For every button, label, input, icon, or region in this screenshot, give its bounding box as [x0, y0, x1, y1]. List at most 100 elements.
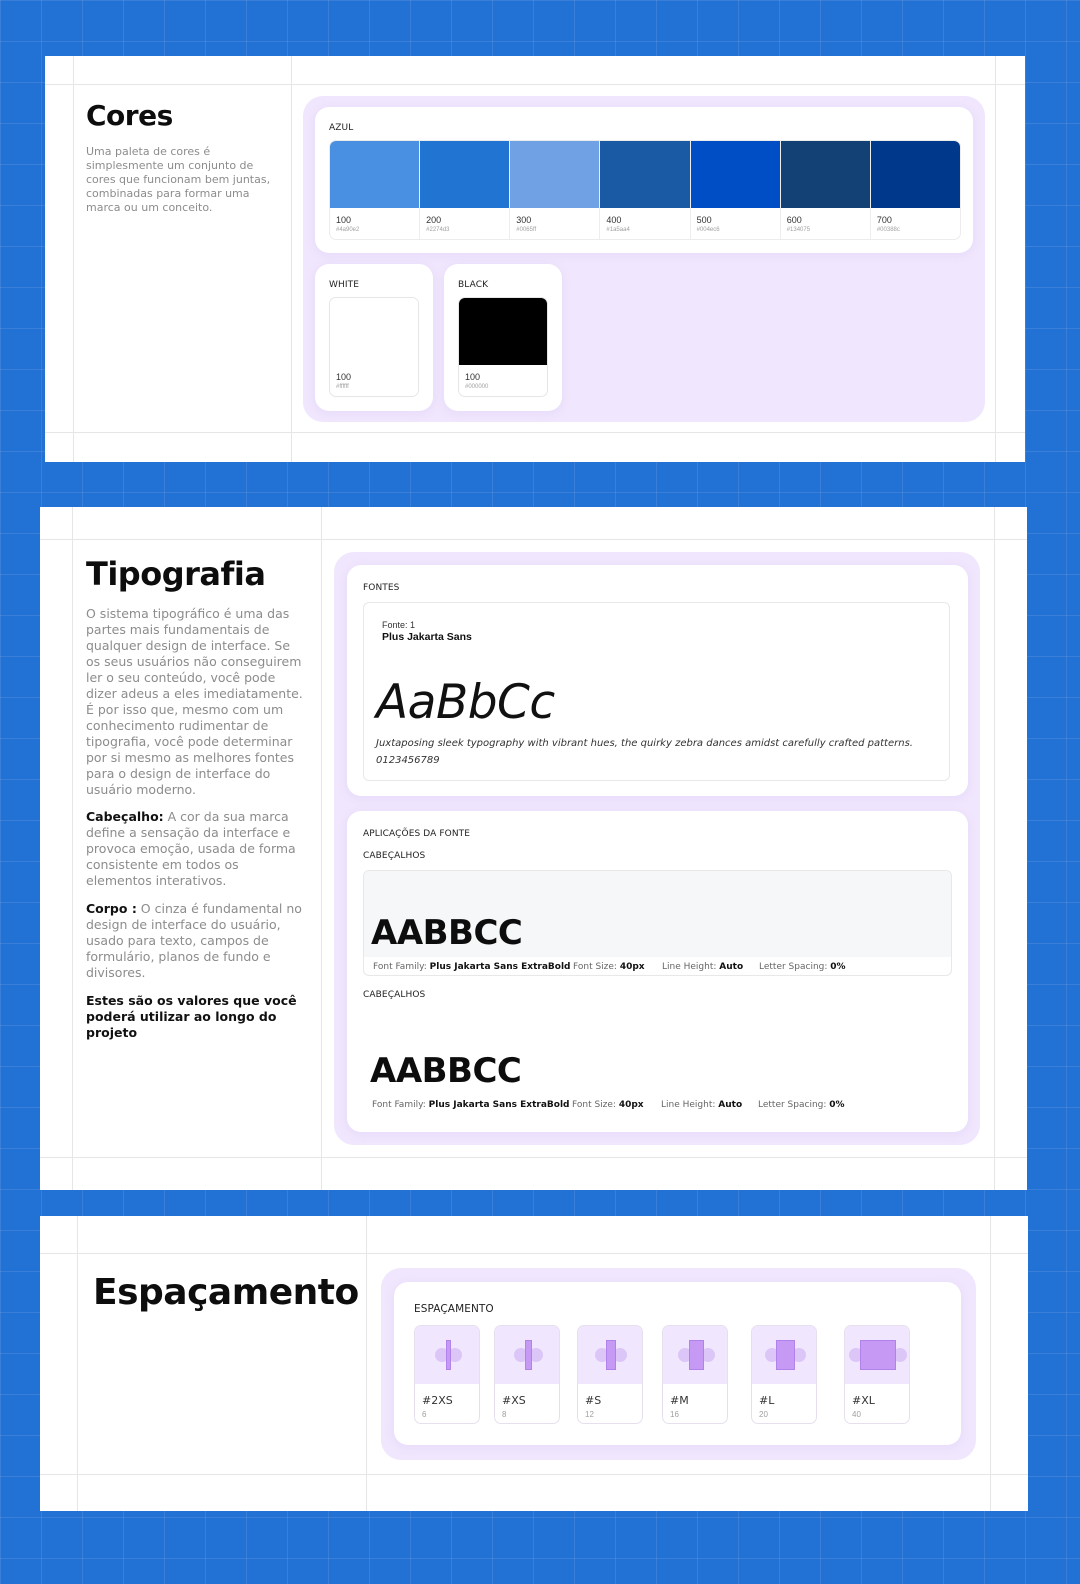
- section-title: Tipografia: [86, 555, 266, 593]
- swatch-chip: [330, 141, 420, 208]
- spacing-bar: [688, 1340, 704, 1370]
- closing-note: Estes são os valores que você poderá uti…: [86, 993, 297, 1040]
- spacing-token-l[interactable]: #L 20: [751, 1325, 817, 1424]
- swatch-chip: [600, 141, 690, 208]
- spacing-token-s[interactable]: #S 12: [577, 1325, 643, 1424]
- spacing-tokens-card: ESPAÇAMENTO #2XS 6 #XS 8 #S 12 #M 16 #L 20 #XL 40: [394, 1282, 961, 1445]
- spacing-bar: [445, 1340, 451, 1370]
- grid-line: [291, 56, 292, 462]
- swatch-hex: #4a90e2: [336, 227, 360, 233]
- applications-label: APLICAÇÕES DA FONTE: [363, 829, 471, 839]
- swatch-600[interactable]: 600 #134075: [780, 141, 871, 239]
- palette-label: BLACK: [458, 280, 489, 290]
- spec-value: 40px: [618, 1100, 644, 1110]
- header-note-label: Cabeçalho:: [86, 809, 164, 824]
- swatch-chip: [459, 298, 547, 365]
- grid-line: [40, 1253, 1028, 1254]
- swatch-400[interactable]: 400 #1a5aa4: [600, 141, 691, 239]
- grid-line: [73, 56, 74, 462]
- font-applications-card: APLICAÇÕES DA FONTE CABEÇALHOS AABBCC Fo…: [347, 811, 968, 1132]
- token-name: #XL: [852, 1394, 875, 1407]
- colors-panel: AZUL 100 #4a90e2 200 #2274d3 300 #0065ff 40…: [303, 96, 985, 422]
- spec-label: Font Family:: [372, 1100, 426, 1110]
- grid-line: [72, 507, 73, 1190]
- azul-palette-card: AZUL 100 #4a90e2 200 #2274d3 300 #0065ff 40…: [315, 107, 973, 253]
- spacing-bar: [606, 1340, 616, 1370]
- grid-line: [994, 507, 995, 1190]
- spacing-token-xs[interactable]: #XS 8: [494, 1325, 560, 1424]
- swatch-hex: #000000: [465, 384, 489, 390]
- swatch-chip: [330, 298, 418, 365]
- font-name: Plus Jakarta Sans: [382, 631, 472, 643]
- spacing-bar: [860, 1340, 896, 1370]
- token-name: #2XS: [422, 1394, 453, 1407]
- heading-sample: AABBCC: [370, 1051, 522, 1091]
- swatch-name: 700: [876, 215, 892, 225]
- token-value: 8: [502, 1410, 507, 1419]
- font-sample: AaBbCc: [376, 675, 555, 730]
- swatch-700[interactable]: 700 #00388c: [870, 141, 960, 239]
- swatch-name: 500: [696, 215, 712, 225]
- fonts-label: FONTES: [363, 583, 400, 593]
- swatch-name: 100: [336, 372, 352, 382]
- swatch-hex: #134075: [786, 227, 811, 233]
- spec-label: Line Height:: [662, 962, 717, 972]
- swatch-300[interactable]: 300 #0065ff: [510, 141, 601, 239]
- spec-letter-spacing: Letter Spacing: 0%: [759, 962, 846, 972]
- spacing-label: ESPAÇAMENTO: [414, 1303, 494, 1315]
- spec-label: Font Size:: [572, 1100, 616, 1110]
- token-name: #XS: [502, 1394, 526, 1407]
- white-swatch[interactable]: 100 #ffffff: [329, 297, 419, 397]
- swatch-chip: [510, 141, 600, 208]
- spec-value: 0%: [829, 1100, 845, 1110]
- swatch-hex: #00388c: [876, 227, 900, 233]
- heading-specimen-1: AABBCC Font Family: Plus Jakarta Sans Ex…: [363, 870, 952, 976]
- grid-line: [40, 1157, 1027, 1158]
- font-index: Fonte: 1: [382, 620, 416, 630]
- azul-palette: 100 #4a90e2 200 #2274d3 300 #0065ff 400 #1a5…: [329, 140, 961, 240]
- spacing-bar: [524, 1340, 532, 1370]
- swatch-500[interactable]: 500 #004ec6: [690, 141, 781, 239]
- token-value: 12: [585, 1410, 594, 1419]
- palette-label: AZUL: [329, 123, 354, 133]
- token-value: 16: [670, 1410, 679, 1419]
- grid-line: [45, 432, 1025, 433]
- spacing-token-m[interactable]: #M 16: [662, 1325, 728, 1424]
- heading-specimen-2: AABBCC Font Family: Plus Jakarta Sans Ex…: [363, 1009, 952, 1115]
- spacing-bar: [775, 1340, 795, 1370]
- spec-value: 40px: [619, 962, 645, 972]
- heading-sample: AABBCC: [371, 913, 523, 953]
- grid-line: [45, 84, 1025, 85]
- section-description: Uma paleta de cores é simplesmente um co…: [86, 145, 271, 214]
- token-name: #L: [759, 1394, 775, 1407]
- font-pangram: Juxtaposing sleek typography with vibran…: [376, 738, 913, 749]
- swatch-hex: #0065ff: [516, 227, 537, 233]
- swatch-name: 100: [336, 215, 352, 225]
- black-swatch[interactable]: 100 #000000: [458, 297, 548, 397]
- spacing-token-2xs[interactable]: #2XS 6: [414, 1325, 480, 1424]
- spacing-token-xl[interactable]: #XL 40: [844, 1325, 910, 1424]
- body-note-label: Corpo :: [86, 901, 137, 916]
- spec-label: Font Size:: [573, 962, 617, 972]
- spec-label: Letter Spacing:: [759, 962, 828, 972]
- spec-line-height: Line Height: Auto: [662, 962, 743, 972]
- token-name: #M: [670, 1394, 689, 1407]
- typography-card: Tipografia O sistema tipográfico é uma d…: [40, 507, 1027, 1190]
- section-title: Cores: [86, 99, 173, 132]
- swatch-hex: #1a5aa4: [606, 227, 630, 233]
- swatch-chip: [780, 141, 870, 208]
- typography-panel: FONTES Fonte: 1 Plus Jakarta Sans AaBbCc…: [334, 552, 980, 1145]
- swatch-name: 600: [786, 215, 802, 225]
- token-name: #S: [585, 1394, 602, 1407]
- swatch-hex: #ffffff: [336, 384, 349, 390]
- grid-line: [40, 539, 1027, 540]
- body-note: Corpo : O cinza é fundamental no design …: [86, 901, 308, 981]
- swatch-100[interactable]: 100 #4a90e2: [330, 141, 421, 239]
- section-title: Espaçamento: [93, 1272, 359, 1313]
- swatch-200[interactable]: 200 #2274d3: [420, 141, 511, 239]
- spec-value: Plus Jakarta Sans ExtraBold: [428, 1100, 570, 1110]
- spec-size: Font Size: 40px: [572, 1100, 644, 1110]
- black-card: BLACK 100 #000000: [444, 264, 562, 411]
- swatch-chip: [420, 141, 510, 208]
- swatch-name: 200: [426, 215, 442, 225]
